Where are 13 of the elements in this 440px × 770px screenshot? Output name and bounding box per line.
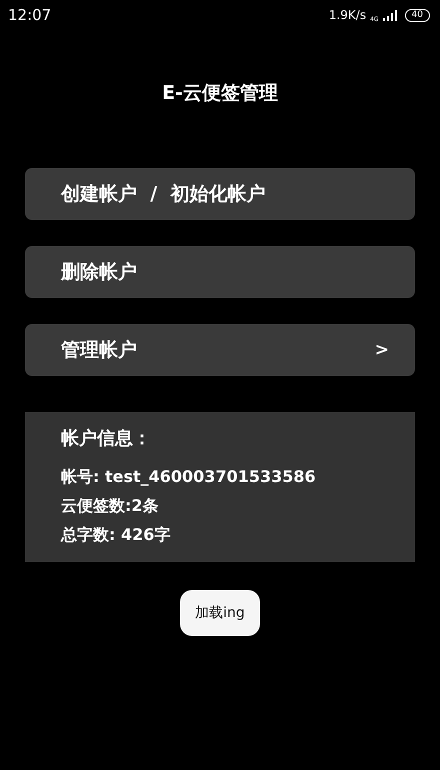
page-title: E-云便签管理 — [161, 81, 279, 106]
menu-item[interactable]: 创建帐户 / 初始化帐户 — [25, 168, 415, 220]
status-time: 12:07 — [8, 6, 52, 24]
info-line: 总字数: 426字 — [61, 524, 172, 546]
load-button[interactable]: 加载ing — [180, 590, 260, 636]
info-line: 云便签数:2条 — [61, 495, 160, 517]
menu-item[interactable]: 管理帐户 > — [25, 324, 415, 376]
network-speed: 1.9K/s — [328, 8, 366, 22]
battery-indicator: 40 — [404, 8, 430, 22]
menu-item[interactable]: 删除帐户 — [25, 246, 415, 298]
info-heading: 帐户信息： — [61, 427, 152, 450]
info-line: 帐号: test_460003701533586 — [61, 466, 317, 488]
signal-icon — [382, 10, 397, 20]
